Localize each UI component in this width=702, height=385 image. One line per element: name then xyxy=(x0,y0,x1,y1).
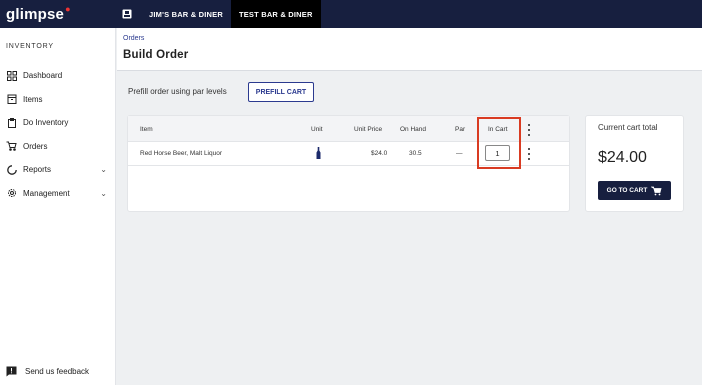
prefill-cart-button[interactable]: PREFILL CART xyxy=(248,82,314,102)
in-cart-highlight xyxy=(477,117,521,169)
go-to-cart-label: GO TO CART xyxy=(606,187,648,194)
tab-test-bar[interactable]: TEST BAR & DINER xyxy=(230,0,321,28)
sidebar-heading: INVENTORY xyxy=(6,43,54,50)
prefill-label: Prefill order using par levels xyxy=(128,87,227,96)
cart-icon xyxy=(651,186,662,195)
logo[interactable]: glimpse ● xyxy=(0,0,116,28)
on-hand: 30.5 xyxy=(409,150,422,157)
chevron-down-icon: ⌄ xyxy=(100,165,107,175)
column-header-unit[interactable]: Unit xyxy=(311,126,323,133)
cart-icon xyxy=(6,141,17,152)
tab-jims-bar[interactable]: JIM'S BAR & DINER xyxy=(141,0,231,28)
sidebar-item-label: Dashboard xyxy=(23,71,63,81)
column-header-item[interactable]: Item xyxy=(140,126,153,133)
sidebar-item-label: Management xyxy=(23,188,70,198)
feedback-link[interactable]: Send us feedback xyxy=(6,366,89,377)
building-icon xyxy=(121,8,133,20)
row-menu-icon[interactable] xyxy=(525,148,533,160)
feedback-label: Send us feedback xyxy=(25,367,90,376)
par-level: — xyxy=(456,150,463,157)
sidebar: INVENTORY Dashboard Items Do Inventory O… xyxy=(0,28,116,385)
column-header-unit-price[interactable]: Unit Price xyxy=(354,126,382,133)
sidebar-item-dashboard[interactable]: Dashboard xyxy=(0,64,115,88)
cart-summary: Current cart total $24.00 GO TO CART xyxy=(586,116,683,211)
dashboard-icon xyxy=(6,70,17,81)
unit-price: $24.0 xyxy=(371,150,388,157)
items-icon xyxy=(6,94,17,105)
sidebar-item-label: Orders xyxy=(23,141,48,151)
breadcrumb[interactable]: Orders xyxy=(123,35,144,42)
top-bar: glimpse ● JIM'S BAR & DINER TEST BAR & DI… xyxy=(0,0,702,28)
sidebar-item-label: Reports xyxy=(23,165,52,175)
page-header: Orders Build Order xyxy=(117,28,702,71)
column-header-on-hand[interactable]: On Hand xyxy=(400,126,426,133)
sidebar-item-do-inventory[interactable]: Do Inventory xyxy=(0,111,115,135)
sidebar-item-orders[interactable]: Orders xyxy=(0,135,115,159)
sidebar-item-items[interactable]: Items xyxy=(0,88,115,112)
logo-text: glimpse xyxy=(6,5,65,23)
cart-total-label: Current cart total xyxy=(598,123,658,132)
page-title: Build Order xyxy=(123,49,189,61)
clipboard-icon xyxy=(6,117,17,128)
reports-icon xyxy=(6,164,17,175)
chevron-down-icon: ⌄ xyxy=(100,188,107,198)
logo-dot: ● xyxy=(65,4,71,14)
cart-total-value: $24.00 xyxy=(598,149,647,166)
sidebar-item-label: Items xyxy=(23,94,43,104)
column-menu-icon[interactable] xyxy=(525,124,533,136)
sidebar-item-management[interactable]: Management ⌄ xyxy=(0,182,115,206)
feedback-icon xyxy=(6,366,17,377)
column-header-par[interactable]: Par xyxy=(455,126,465,133)
sidebar-item-label: Do Inventory xyxy=(23,118,69,128)
gear-icon xyxy=(6,188,17,199)
go-to-cart-button[interactable]: GO TO CART xyxy=(598,181,671,200)
item-name: Red Horse Beer, Malt Liquor xyxy=(140,150,223,157)
sidebar-item-reports[interactable]: Reports ⌄ xyxy=(0,158,115,182)
bottle-icon xyxy=(316,147,321,161)
